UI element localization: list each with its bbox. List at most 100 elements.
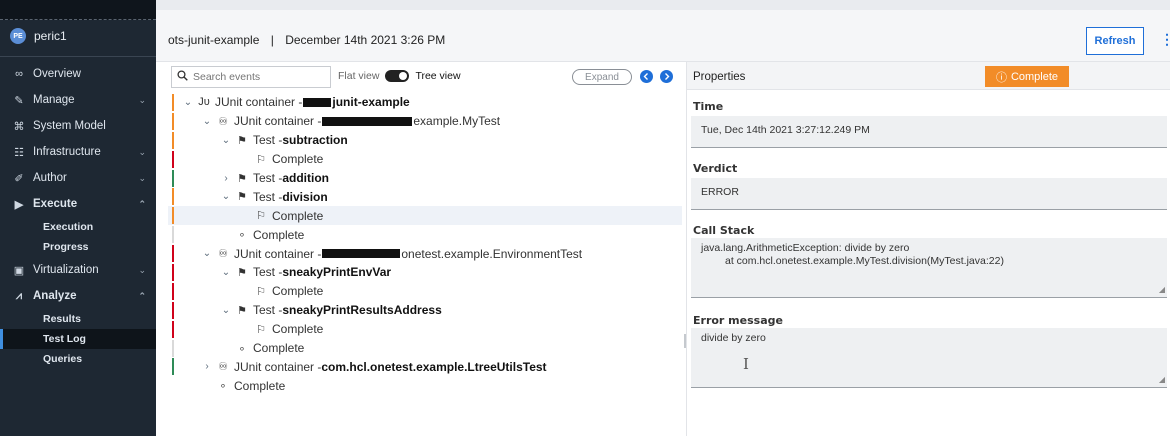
chevron-down-icon[interactable]: ⌄ [220, 191, 232, 202]
tree-row[interactable]: ∘ Complete [168, 376, 682, 395]
sidebar: PE peric1 ∞ Overview ✎ Manage ⌄ ⌘ System… [0, 0, 156, 436]
event-type-icon: ∘ [219, 380, 227, 393]
tree-row-content: ⌄ ♾ JUnit container - example.MyTest [201, 114, 500, 128]
event-label: JUnit container - [234, 359, 322, 374]
call-stack-field[interactable]: java.lang.ArithmeticException: divide by… [691, 238, 1167, 298]
flat-view-label[interactable]: Flat view [338, 70, 379, 82]
tree-row[interactable]: › ♾ JUnit container - com.hcl.onetest.exam… [168, 357, 682, 376]
tree-row[interactable]: ⌄ ⚑ Test - division [168, 187, 682, 206]
sidebar-item-analyze[interactable]: ⩘ Analyze ⌃ [0, 283, 156, 309]
expand-button[interactable]: Expand [572, 69, 632, 85]
event-type-icon: ⚐ [256, 210, 266, 223]
chevron-down-icon: ⌄ [138, 264, 146, 275]
sidebar-subitem-execution[interactable]: Execution [0, 217, 156, 237]
sidebar-item-execute[interactable]: ▶ Execute ⌃ [0, 191, 156, 217]
sidebar-item-overview[interactable]: ∞ Overview [0, 61, 156, 87]
error-message-field[interactable]: divide by zero I ◢ [691, 328, 1167, 388]
view-switch[interactable] [385, 70, 410, 82]
sidebar-item-infrastructure[interactable]: ☷ Infrastructure ⌄ [0, 139, 156, 165]
status-bar [172, 131, 174, 149]
tree-row[interactable]: ∘ Complete [168, 339, 682, 358]
resize-handle-icon[interactable]: ◢ [1159, 283, 1165, 296]
tree-row[interactable]: ⌄ ♾ JUnit container - example.MyTest [168, 112, 682, 131]
tree-row[interactable]: ∘ Complete [168, 225, 682, 244]
tree-row-content: ∘ Complete [220, 227, 305, 242]
previous-icon[interactable] [640, 70, 653, 83]
event-label: Complete [253, 227, 305, 242]
event-type-icon: ⚑ [237, 304, 247, 317]
event-name: addition [282, 171, 330, 185]
tree-row[interactable]: ⌄ ♾ JUnit container - onetest.example.Envir… [168, 244, 682, 263]
tree-row-content: › ♾ JUnit container - com.hcl.onetest.exam… [201, 359, 546, 374]
search-box[interactable] [171, 66, 331, 88]
tree-row[interactable]: ⚐ Complete [168, 150, 682, 169]
tree-row[interactable]: ⌄ ⚑ Test - sneakyPrintResultsAddress [168, 301, 682, 320]
play-icon: ▶ [14, 198, 24, 211]
sidebar-nav: ∞ Overview ✎ Manage ⌄ ⌘ System Model ☷ I… [0, 61, 156, 369]
sidebar-item-author[interactable]: ✐ Author ⌄ [0, 165, 156, 191]
chevron-right-icon[interactable]: › [201, 361, 213, 372]
next-icon[interactable] [660, 70, 673, 83]
avatar[interactable]: PE [10, 28, 26, 44]
sidebar-item-manage[interactable]: ✎ Manage ⌄ [0, 87, 156, 113]
sidebar-item-system-model[interactable]: ⌘ System Model [0, 113, 156, 139]
chevron-down-icon[interactable]: ⌄ [220, 135, 232, 146]
sidebar-item-virtualization[interactable]: ▣ Virtualization ⌄ [0, 257, 156, 283]
tree-row[interactable]: ⌄ ⚑ Test - sneakyPrintEnvVar [168, 263, 682, 282]
event-type-icon: ⚐ [256, 153, 266, 166]
event-name: subtraction [282, 133, 348, 148]
sidebar-subitem-test-log[interactable]: Test Log [0, 329, 156, 349]
tree-row-content: ∘ Complete [220, 341, 305, 355]
sidebar-item-label: Virtualization [33, 264, 99, 276]
call-stack-line: java.lang.ArithmeticException: divide by… [701, 242, 910, 254]
tree-row[interactable]: › ⚑ Test - addition [168, 169, 682, 188]
chevron-down-icon[interactable]: ⌄ [182, 97, 194, 108]
chevron-down-icon[interactable]: ⌄ [220, 305, 232, 316]
event-name: sneakyPrintEnvVar [282, 265, 392, 280]
sidebar-subitem-results[interactable]: Results [0, 309, 156, 329]
view-toggle[interactable]: Flat view Tree view [338, 70, 461, 82]
user-profile[interactable]: PE peric1 [10, 28, 67, 44]
event-type-icon: ⚑ [237, 172, 247, 185]
edit-icon: ✐ [14, 172, 24, 185]
infrastructure-icon: ☷ [14, 146, 24, 159]
chevron-right-icon[interactable]: › [220, 173, 232, 184]
call-stack-line: at com.hcl.onetest.example.MyTest.divisi… [725, 255, 1004, 267]
sidebar-subitem-queries[interactable]: Queries [0, 349, 156, 369]
chevron-down-icon[interactable]: ⌄ [220, 267, 232, 278]
tree-row-content: ⚐ Complete [239, 322, 323, 336]
time-field: Tue, Dec 14th 2021 3:27:12.249 PM [691, 116, 1167, 148]
time-value: Tue, Dec 14th 2021 3:27:12.249 PM [701, 124, 870, 136]
user-name[interactable]: peric1 [34, 29, 67, 43]
status-bar [172, 150, 174, 168]
tree-row[interactable]: ⚐ Complete [168, 206, 682, 226]
events-pane: Flat view Tree view Expand ⌄ Jᴜ JUnit cont… [168, 62, 687, 436]
sidebar-subitem-progress[interactable]: Progress [0, 237, 156, 257]
tree-row-content: › ⚑ Test - addition [220, 171, 329, 185]
breadcrumb-separator: | [270, 33, 274, 47]
event-label: JUnit container - [215, 95, 303, 110]
redacted-text [322, 116, 413, 126]
tree-row[interactable]: ⚐ Complete [168, 320, 682, 339]
chevron-down-icon[interactable]: ⌄ [201, 248, 213, 259]
properties-header: Properties ⓘ Complete [687, 62, 1170, 90]
tree-row[interactable]: ⌄ Jᴜ JUnit container - junit-example [168, 93, 682, 112]
tree-row[interactable]: ⌄ ⚑ Test - subtraction [168, 131, 682, 150]
chevron-down-icon[interactable]: ⌄ [201, 116, 213, 127]
error-message-value: divide by zero [701, 332, 766, 344]
status-badge-label: Complete [1010, 70, 1059, 83]
tree-row-content: ⚐ Complete [239, 284, 323, 298]
resize-handle-icon[interactable]: ◢ [1159, 373, 1165, 386]
tree-row-content: ⌄ ⚑ Test - division [220, 190, 328, 204]
tree-view-label[interactable]: Tree view [415, 70, 460, 82]
refresh-button[interactable]: Refresh [1086, 27, 1144, 55]
header-top-strip [156, 0, 1170, 10]
more-options-icon[interactable]: ⋮ [1160, 32, 1170, 46]
sidebar-item-label: Infrastructure [33, 146, 101, 158]
tree-row[interactable]: ⚐ Complete [168, 282, 682, 301]
chevron-down-icon: ⌄ [138, 172, 146, 183]
event-label: Complete [272, 208, 324, 223]
search-input[interactable] [193, 71, 323, 83]
chevron-down-icon: ⌄ [138, 146, 146, 157]
event-label: Complete [272, 284, 324, 299]
